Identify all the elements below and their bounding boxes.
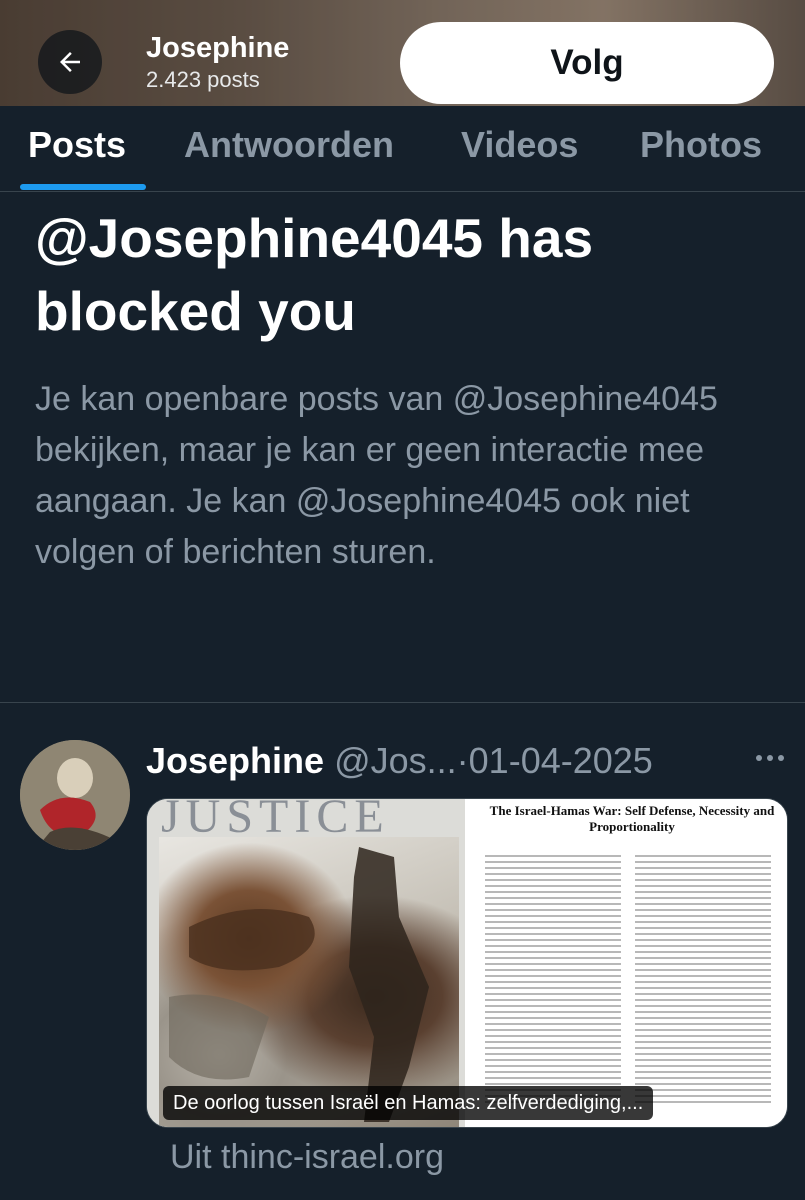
active-tab-indicator	[20, 184, 146, 190]
blocked-description: Je kan openbare posts van @Josephine4045…	[35, 380, 718, 571]
profile-page: Josephine 2.423 posts Volg Posts Antwoor…	[0, 0, 805, 1200]
artwork-figure	[169, 847, 429, 1122]
article-column-right	[635, 855, 771, 1105]
tab-antwoorden[interactable]: Antwoorden	[184, 124, 394, 166]
journal-cover-image: JUSTICE	[147, 799, 465, 1127]
avatar[interactable]	[20, 740, 130, 850]
cover-artwork	[159, 837, 459, 1127]
post-header: Josephine @Jos...·01-04-2025	[146, 740, 786, 784]
avatar-image	[20, 740, 130, 850]
post-author-handle[interactable]: @Jos...	[334, 740, 457, 781]
more-options-icon[interactable]	[752, 748, 788, 768]
link-card-media[interactable]: JUSTICE The Israel-Hamas War: Self Defen…	[146, 798, 788, 1128]
profile-tabs: Posts Antwoorden Videos Photos	[0, 106, 805, 192]
link-source[interactable]: Uit thinc-israel.org	[170, 1138, 444, 1177]
article-text-columns	[485, 855, 771, 1105]
tab-posts[interactable]: Posts	[28, 124, 126, 166]
header-post-count: 2.423 posts	[146, 67, 260, 92]
tab-videos[interactable]: Videos	[461, 124, 578, 166]
article-page-image: The Israel-Hamas War: Self Defense, Nece…	[465, 799, 787, 1127]
header-display-name: Josephine	[146, 32, 290, 64]
post-separator: ·	[456, 740, 469, 781]
follow-button[interactable]: Volg	[400, 22, 774, 104]
back-button[interactable]	[38, 30, 102, 94]
profile-header: Josephine 2.423 posts Volg	[0, 0, 805, 106]
link-card-caption: De oorlog tussen Israël en Hamas: zelfve…	[163, 1086, 654, 1120]
post-date[interactable]: 01-04-2025	[469, 740, 653, 781]
article-column-left	[485, 855, 621, 1105]
tab-photos[interactable]: Photos	[640, 124, 762, 166]
blocked-title: @Josephine4045 has blocked you	[35, 207, 594, 342]
article-title: The Israel-Hamas War: Self Defense, Nece…	[489, 803, 775, 834]
post-author-name[interactable]: Josephine	[146, 740, 324, 781]
arrow-left-icon	[60, 52, 80, 72]
section-divider	[0, 702, 805, 703]
